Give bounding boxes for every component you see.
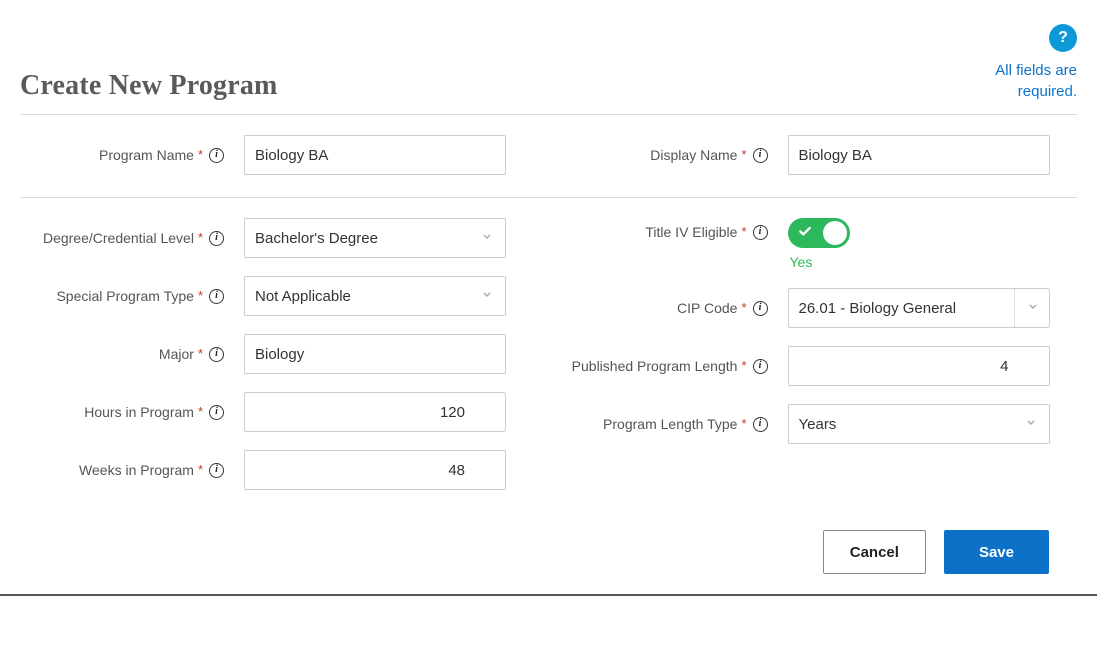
program-name-label: Program Name (99, 147, 194, 163)
degree-level-value: Bachelor's Degree (255, 230, 378, 247)
cip-code-combobox[interactable]: 26.01 - Biology General (788, 288, 1050, 328)
info-icon[interactable]: i (209, 347, 224, 362)
weeks-input[interactable] (244, 450, 506, 490)
major-label: Major (159, 346, 194, 362)
title-iv-label: Title IV Eligible (645, 224, 737, 240)
pub-length-input[interactable] (788, 346, 1050, 386)
required-star: * (198, 231, 203, 246)
info-icon[interactable]: i (753, 225, 768, 240)
info-icon[interactable]: i (753, 301, 768, 316)
required-note-line2: required. (1018, 83, 1077, 100)
length-type-value: Years (799, 416, 837, 433)
hours-input[interactable] (244, 392, 506, 432)
required-star: * (198, 463, 203, 478)
special-type-value: Not Applicable (255, 288, 351, 305)
degree-level-select[interactable]: Bachelor's Degree (244, 218, 506, 258)
degree-level-label: Degree/Credential Level (43, 230, 194, 246)
special-type-label: Special Program Type (56, 288, 193, 304)
required-fields-note: All fields are required. (995, 60, 1077, 102)
info-icon[interactable]: i (209, 231, 224, 246)
cip-code-label: CIP Code (677, 300, 737, 316)
major-input[interactable] (244, 334, 506, 374)
weeks-label: Weeks in Program (79, 462, 194, 478)
pub-length-label: Published Program Length (572, 358, 738, 374)
required-star: * (741, 359, 746, 374)
help-icon[interactable]: ? (1049, 24, 1077, 52)
required-star: * (198, 148, 203, 163)
display-name-input[interactable] (788, 135, 1050, 175)
chevron-down-icon (481, 288, 493, 305)
required-star: * (198, 347, 203, 362)
required-star: * (198, 405, 203, 420)
info-icon[interactable]: i (209, 148, 224, 163)
program-name-input[interactable] (244, 135, 506, 175)
chevron-down-icon (1025, 416, 1037, 433)
info-icon[interactable]: i (209, 289, 224, 304)
chevron-down-icon (1027, 300, 1039, 317)
page-title: Create New Program (20, 70, 278, 102)
cip-code-value: 26.01 - Biology General (789, 289, 1015, 327)
page-bottom-rule (0, 594, 1097, 596)
display-name-label: Display Name (650, 147, 737, 163)
required-note-line1: All fields are (995, 62, 1077, 79)
check-icon (798, 225, 812, 242)
length-type-select[interactable]: Years (788, 404, 1050, 444)
title-iv-toggle[interactable] (788, 218, 850, 248)
info-icon[interactable]: i (753, 148, 768, 163)
info-icon[interactable]: i (753, 417, 768, 432)
cancel-button[interactable]: Cancel (823, 530, 926, 574)
save-button[interactable]: Save (944, 530, 1049, 574)
required-star: * (198, 289, 203, 304)
special-type-select[interactable]: Not Applicable (244, 276, 506, 316)
info-icon[interactable]: i (209, 463, 224, 478)
required-star: * (741, 301, 746, 316)
length-type-label: Program Length Type (603, 416, 737, 432)
required-star: * (741, 225, 746, 240)
required-star: * (741, 417, 746, 432)
required-star: * (741, 148, 746, 163)
info-icon[interactable]: i (209, 405, 224, 420)
toggle-knob (823, 221, 847, 245)
info-icon[interactable]: i (753, 359, 768, 374)
hours-label: Hours in Program (84, 404, 194, 420)
title-iv-state-label: Yes (788, 254, 1050, 270)
chevron-down-icon (481, 230, 493, 247)
